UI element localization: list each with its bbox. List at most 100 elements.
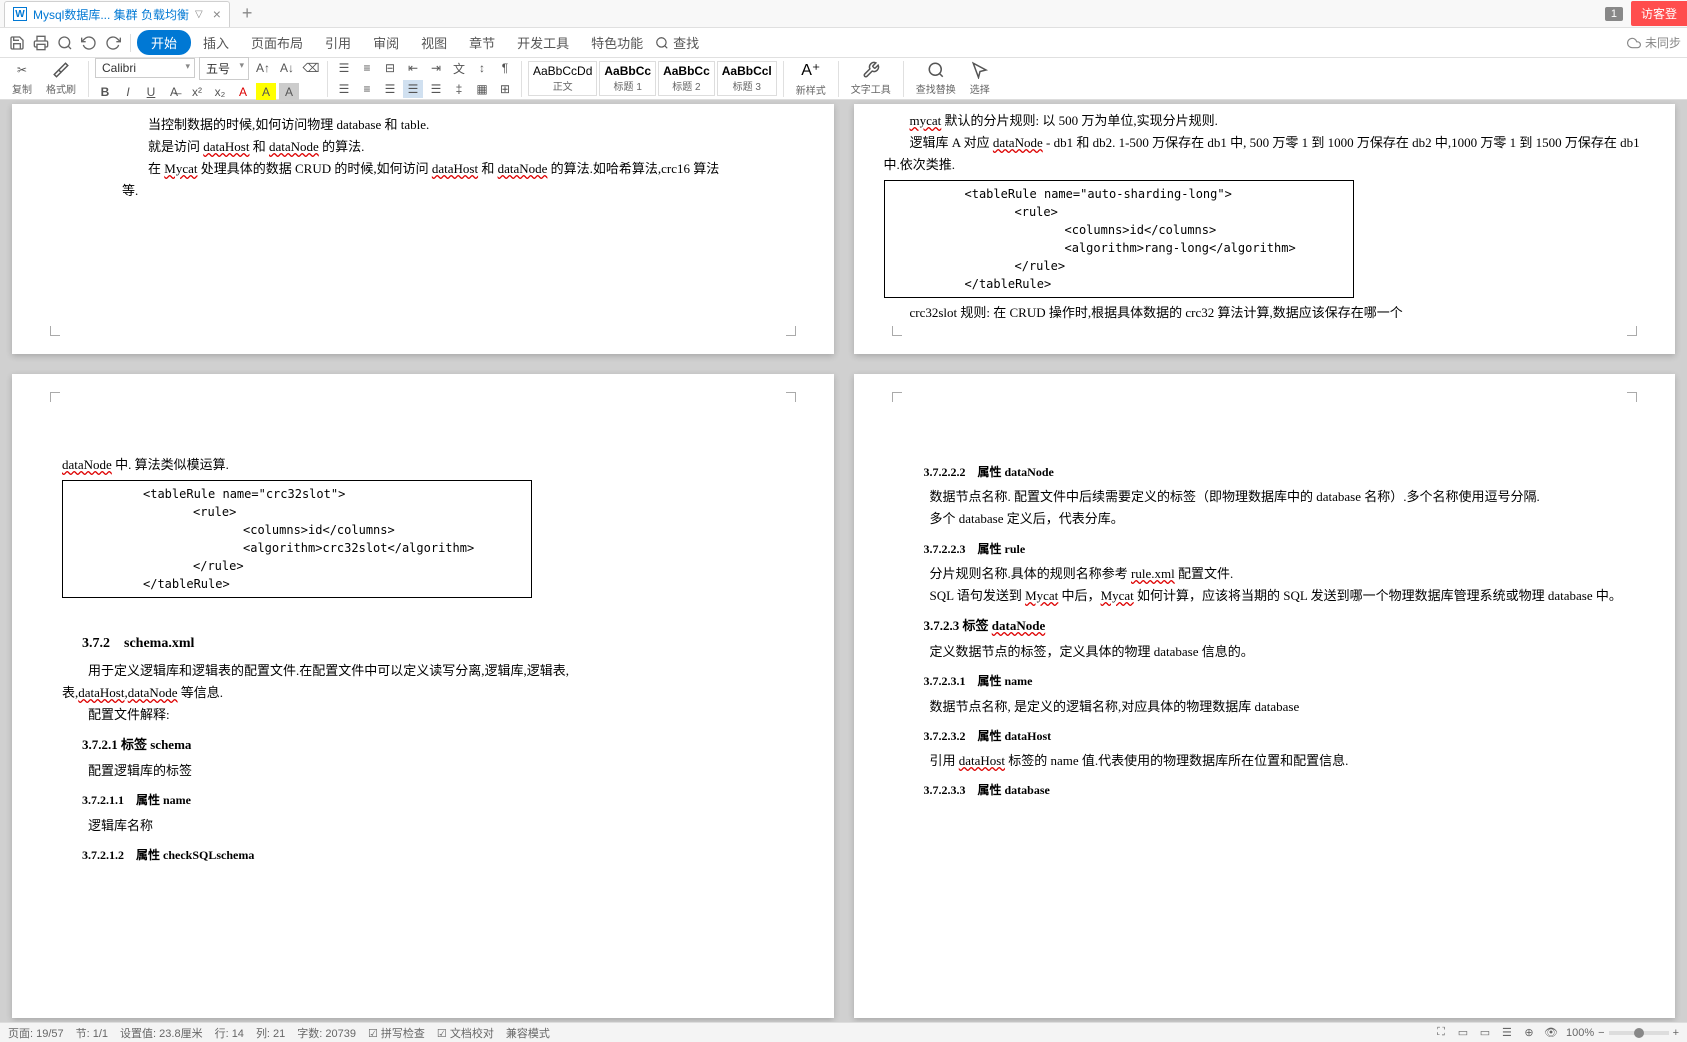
style-h1[interactable]: AaBbCc 标题 1 [599, 61, 656, 96]
bold-button[interactable]: B [95, 83, 115, 101]
bullet-list-icon[interactable]: ☰ [334, 59, 354, 77]
sync-status[interactable]: 未同步 [1627, 34, 1681, 51]
zoom-control[interactable]: 100% − + [1566, 1027, 1679, 1039]
style-gallery[interactable]: AaBbCcDd 正文 AaBbCc 标题 1 AaBbCc 标题 2 AaBb… [528, 61, 777, 96]
menu-insert[interactable]: 插入 [193, 29, 239, 56]
zoom-out-icon[interactable]: − [1598, 1027, 1604, 1039]
status-spell[interactable]: ☑ 拼写检查 [368, 1025, 425, 1041]
view-reading-icon[interactable]: ▭ [1456, 1026, 1470, 1040]
magnifier-icon [927, 61, 945, 79]
search-icon [655, 36, 669, 50]
heading-37222: 3.7.2.2.2 属性 dataNode [904, 462, 1626, 482]
save-icon[interactable] [6, 32, 28, 54]
text-direction-icon[interactable]: 文 [449, 59, 469, 77]
paragraph-mark-icon[interactable]: ¶ [495, 59, 515, 77]
new-style-icon: A⁺ [801, 60, 820, 80]
body-text: 逻辑库 A 对应 dataNode - db1 和 db2. 1-500 万保存… [884, 132, 1646, 176]
fullscreen-icon[interactable]: ⛶ [1434, 1026, 1448, 1040]
font-name-select[interactable]: Calibri [95, 58, 195, 78]
zoom-value: 100% [1566, 1027, 1594, 1039]
menu-dev-tools[interactable]: 开发工具 [507, 29, 579, 56]
redo-icon[interactable] [102, 32, 124, 54]
menu-view[interactable]: 视图 [411, 29, 457, 56]
decrease-indent-icon[interactable]: ⇤ [403, 59, 423, 77]
new-style-button[interactable]: A⁺ 新样式 [790, 59, 832, 99]
print-icon[interactable] [30, 32, 52, 54]
menu-search[interactable]: 查找 [655, 33, 699, 52]
cloud-icon [1627, 36, 1641, 50]
multilevel-list-icon[interactable]: ⊟ [380, 59, 400, 77]
align-center-icon[interactable]: ≡ [357, 80, 377, 98]
line-spacing-icon[interactable]: ‡ [449, 80, 469, 98]
document-area[interactable]: 当控制数据的时候,如何访问物理 database 和 table. 就是访问 d… [0, 100, 1687, 1022]
heading-37223: 3.7.2.2.3 属性 rule [904, 539, 1626, 559]
border-icon[interactable]: ⊞ [495, 80, 515, 98]
menu-reference[interactable]: 引用 [315, 29, 361, 56]
body-text: 引用 dataHost 标签的 name 值.代表使用的物理数据库所在位置和配置… [904, 750, 1626, 772]
document-tab[interactable]: W Mysql数据库... 集群 负载均衡 ▽ × [4, 1, 230, 27]
decrease-font-icon[interactable]: A↓ [277, 59, 297, 77]
menu-page-layout[interactable]: 页面布局 [241, 29, 313, 56]
eye-icon[interactable]: 👁 [1544, 1026, 1558, 1040]
format-painter-group[interactable]: 格式刷 [40, 59, 82, 99]
new-tab-button[interactable]: + [242, 3, 253, 24]
italic-button[interactable]: I [118, 83, 138, 101]
font-size-select[interactable]: 五号 [199, 57, 249, 80]
align-justify-icon[interactable]: ☰ [403, 80, 423, 98]
align-left-icon[interactable]: ☰ [334, 80, 354, 98]
strikethrough-button[interactable]: A̶ [164, 83, 184, 101]
view-web-icon[interactable]: ⊕ [1522, 1026, 1536, 1040]
tab-title: Mysql数据库... 集群 负载均衡 [33, 6, 189, 23]
increase-indent-icon[interactable]: ⇥ [426, 59, 446, 77]
select-button[interactable]: 选择 [964, 59, 996, 99]
menu-start[interactable]: 开始 [137, 30, 191, 55]
shading-icon[interactable]: ▦ [472, 80, 492, 98]
notification-badge[interactable]: 1 [1605, 7, 1623, 21]
heading-37233: 3.7.2.3.3 属性 database [904, 780, 1626, 800]
cut-icon[interactable]: ✂ [12, 61, 32, 79]
print-preview-icon[interactable] [54, 32, 76, 54]
copy-label: 复制 [12, 81, 32, 96]
increase-font-icon[interactable]: A↑ [253, 59, 273, 77]
status-section: 节: 1/1 [76, 1025, 108, 1041]
menubar: 开始 插入 页面布局 引用 审阅 视图 章节 开发工具 特色功能 查找 未同步 [0, 28, 1687, 58]
login-button[interactable]: 访客登 [1631, 1, 1687, 26]
distribute-icon[interactable]: ☰ [426, 80, 446, 98]
menu-special[interactable]: 特色功能 [581, 29, 653, 56]
tab-close-icon[interactable]: × [213, 6, 221, 22]
status-indent: 设置值: 23.8厘米 [120, 1025, 203, 1041]
number-list-icon[interactable]: ≡ [357, 59, 377, 77]
sort-icon[interactable]: ↕ [472, 59, 492, 77]
find-replace-button[interactable]: 查找替换 [910, 59, 962, 99]
font-color-button[interactable]: A [233, 83, 253, 101]
undo-icon[interactable] [78, 32, 100, 54]
menu-review[interactable]: 审阅 [363, 29, 409, 56]
superscript-button[interactable]: x² [187, 83, 207, 101]
body-text: 就是访问 dataHost 和 dataNode 的算法. [122, 136, 724, 158]
menu-chapter[interactable]: 章节 [459, 29, 505, 56]
underline-button[interactable]: U [141, 83, 161, 101]
body-text: SQL 语句发送到 Mycat 中后，Mycat 如何计算，应该将当期的 SQL… [904, 585, 1626, 607]
zoom-in-icon[interactable]: + [1673, 1027, 1679, 1039]
align-right-icon[interactable]: ☰ [380, 80, 400, 98]
body-text: 分片规则名称.具体的规则名称参考 rule.xml 配置文件. [904, 563, 1626, 585]
body-text: 数据节点名称, 是定义的逻辑名称,对应具体的物理数据库 database [904, 696, 1626, 718]
text-tools-button[interactable]: 文字工具 [845, 59, 897, 99]
style-h2[interactable]: AaBbCc 标题 2 [658, 61, 715, 96]
heading-37212: 3.7.2.1.2 属性 checkSQLschema [62, 845, 784, 865]
body-text: 在 Mycat 处理具体的数据 CRUD 的时候,如何访问 dataHost 和… [122, 158, 724, 202]
status-doc-check[interactable]: ☑ 文档校对 [437, 1025, 494, 1041]
zoom-slider[interactable] [1609, 1031, 1669, 1035]
style-body[interactable]: AaBbCcDd 正文 [528, 61, 597, 96]
status-chars[interactable]: 字数: 20739 [297, 1025, 356, 1041]
char-shading-button[interactable]: A [279, 83, 299, 101]
status-page[interactable]: 页面: 19/57 [8, 1025, 64, 1041]
subscript-button[interactable]: x₂ [210, 83, 230, 101]
view-page-icon[interactable]: ▭ [1478, 1026, 1492, 1040]
highlight-button[interactable]: A [256, 83, 276, 101]
search-label: 查找 [673, 33, 699, 52]
style-h3[interactable]: AaBbCcl 标题 3 [717, 61, 777, 96]
clear-format-icon[interactable]: ⌫ [301, 59, 321, 77]
view-outline-icon[interactable]: ☰ [1500, 1026, 1514, 1040]
tab-dropdown-icon[interactable]: ▽ [195, 9, 203, 20]
